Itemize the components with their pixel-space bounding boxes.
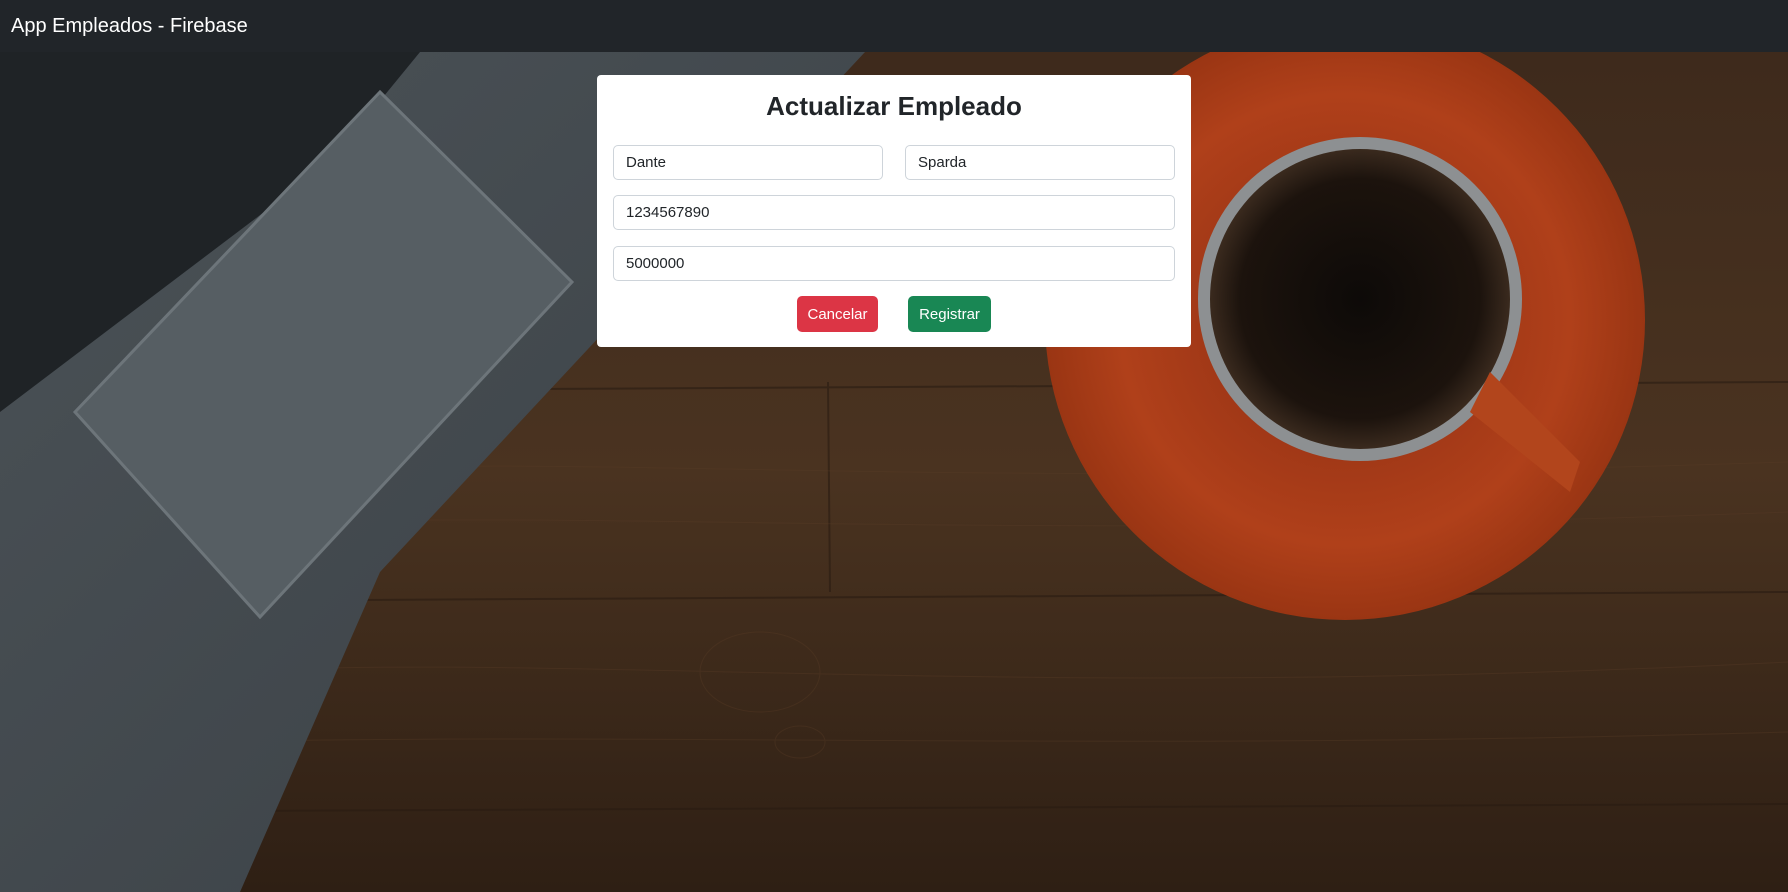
- navbar-brand[interactable]: App Empleados - Firebase: [11, 15, 248, 38]
- salario-input[interactable]: [613, 246, 1175, 281]
- cancel-button[interactable]: Cancelar: [797, 296, 878, 332]
- documento-input[interactable]: [613, 195, 1175, 230]
- apellido-input[interactable]: [905, 145, 1175, 180]
- top-navbar: App Empleados - Firebase: [0, 0, 1788, 52]
- form-title: Actualizar Empleado: [766, 91, 1022, 121]
- nombre-input[interactable]: [613, 145, 883, 180]
- update-employee-card: Actualizar Empleado Cancelar Registrar: [597, 75, 1191, 347]
- register-button[interactable]: Registrar: [908, 296, 991, 332]
